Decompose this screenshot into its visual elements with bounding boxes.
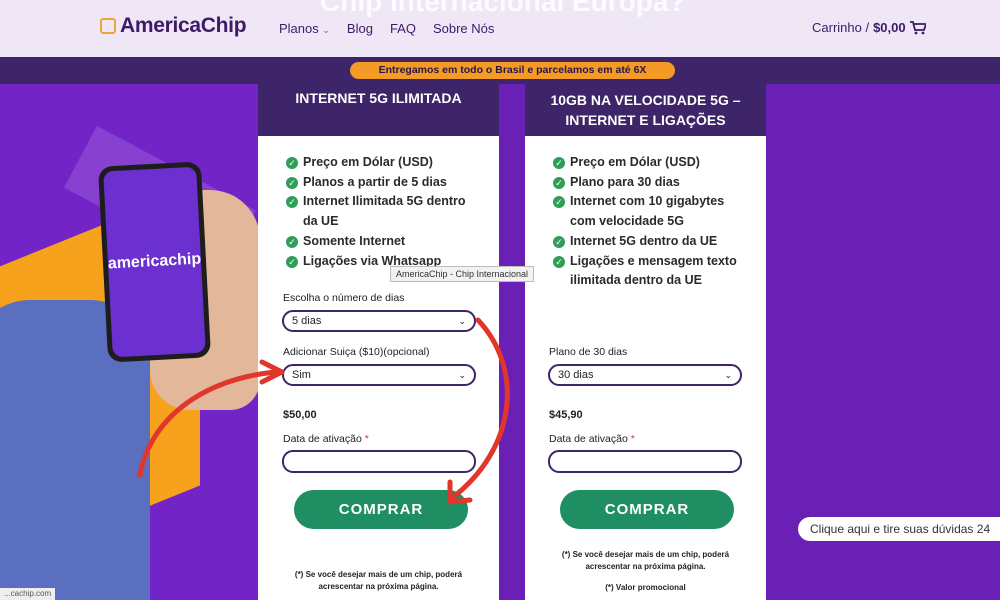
phone-image: americachip [97, 161, 212, 363]
check-icon: ✓ [553, 235, 565, 248]
list-item: ✓ Internet 5G dentro da UE [553, 232, 766, 252]
nav-item-blog[interactable]: Blog [347, 21, 373, 36]
plan-card-unlimited: INTERNET 5G ILIMITADA ✓ Preço em Dólar (U… [258, 84, 499, 600]
swiss-select[interactable]: Sim ⌄ [282, 364, 476, 386]
hero-title-behind-header: Chip Internacional Europa? [320, 0, 686, 17]
plan-price: $50,00 [283, 409, 317, 421]
list-item: ✓ Preço em Dólar (USD) [286, 153, 499, 173]
chevron-down-icon: ⌄ [322, 25, 330, 35]
cart-link[interactable]: Carrinho / $0,00 [812, 20, 926, 35]
help-chat-button[interactable]: Clique aqui e tire suas dúvidas 24 [798, 517, 1000, 541]
plan-days-select[interactable]: 30 dias ⌄ [548, 364, 742, 386]
status-bar-url: ...cachip.com [0, 588, 56, 600]
check-icon: ✓ [553, 157, 565, 169]
list-item-continuation: da UE [303, 214, 339, 229]
site-header: Chip Internacional Europa? AmericaChip P… [0, 0, 1000, 57]
list-item: ✓ Somente Internet [286, 232, 499, 252]
plan-title: 10GB NA VELOCIDADE 5G – INTERNET E LIGAÇ… [525, 84, 766, 136]
plan-card-10gb: 10GB NA VELOCIDADE 5G – INTERNET E LIGAÇ… [525, 84, 766, 600]
check-icon: ✓ [553, 196, 565, 209]
check-icon: ✓ [286, 157, 298, 169]
main-nav: Planos ⌄ Blog FAQ Sobre Nós [279, 21, 494, 36]
check-icon: ✓ [286, 235, 298, 248]
cart-icon [909, 20, 926, 34]
check-icon: ✓ [553, 255, 565, 268]
banner-pill: Entregamos em todo o Brasil e parcelamos… [350, 62, 675, 79]
list-item: ✓ Ligações e mensagem texto [553, 252, 766, 272]
list-item: ✓ Planos a partir de 5 dias [286, 173, 499, 193]
cart-label: Carrinho / [812, 20, 870, 35]
required-mark: * [364, 433, 369, 445]
nav-item-sobre-nos[interactable]: Sobre Nós [433, 21, 494, 36]
logo-text: AmericaChip [120, 14, 247, 37]
plan-price: $45,90 [549, 409, 583, 421]
chevron-down-icon: ⌄ [724, 370, 732, 380]
check-icon: ✓ [286, 196, 298, 209]
plan-days-label: Plano de 30 dias [549, 346, 628, 358]
buy-button[interactable]: COMPRAR [560, 490, 734, 529]
card-gap-background [499, 84, 525, 600]
feature-list: ✓ Preço em Dólar (USD) ✓ Planos a partir d… [258, 136, 499, 271]
days-select[interactable]: 5 dias ⌄ [282, 310, 476, 332]
nav-item-planos[interactable]: Planos ⌄ [279, 21, 330, 36]
list-item-continuation: ilimitada dentro da UE [570, 273, 702, 288]
list-item: ✓ Preço em Dólar (USD) [553, 153, 766, 173]
promo-note: (*) Valor promocional [605, 583, 686, 592]
cart-total: $0,00 [873, 20, 906, 35]
multi-chip-note: (*) Se você desejar mais de um chip, pod… [294, 570, 463, 591]
list-item: ✓ Internet com 10 gigabytes [553, 192, 766, 212]
buy-button[interactable]: COMPRAR [294, 490, 468, 529]
plan-title: INTERNET 5G ILIMITADA [258, 84, 499, 136]
browser-tooltip: AmericaChip - Chip Internacional [390, 266, 535, 282]
list-item: ✓ Internet Ilimitada 5G dentro [286, 192, 499, 212]
site-logo[interactable]: AmericaChip [100, 14, 247, 38]
activation-date-input[interactable] [548, 450, 742, 473]
chevron-down-icon: ⌄ [458, 316, 466, 326]
swiss-label: Adicionar Suiça ($10)(opcional) [283, 346, 430, 358]
check-icon: ✓ [286, 176, 298, 189]
phone-brand-text: americachip [107, 250, 202, 273]
promo-banner: Entregamos em todo o Brasil e parcelamos… [0, 57, 1000, 84]
phone-screen: americachip [103, 166, 206, 358]
list-item: ✓ Plano para 30 dias [553, 173, 766, 193]
days-label: Escolha o número de dias [283, 292, 405, 304]
activation-label: Data de ativação * [549, 433, 635, 445]
nav-item-faq[interactable]: FAQ [390, 21, 416, 36]
activation-label: Data de ativação * [283, 433, 369, 445]
check-icon: ✓ [286, 255, 298, 268]
required-mark: * [630, 433, 635, 445]
rss-logo-icon [100, 18, 116, 34]
check-icon: ✓ [553, 176, 565, 189]
multi-chip-note: (*) Se você desejar mais de um chip, pod… [561, 550, 730, 571]
chevron-down-icon: ⌄ [458, 370, 466, 380]
activation-date-input[interactable] [282, 450, 476, 473]
feature-list: ✓ Preço em Dólar (USD) ✓ Plano para 30 dia… [525, 136, 766, 291]
list-item-continuation: com velocidade 5G [570, 214, 684, 229]
